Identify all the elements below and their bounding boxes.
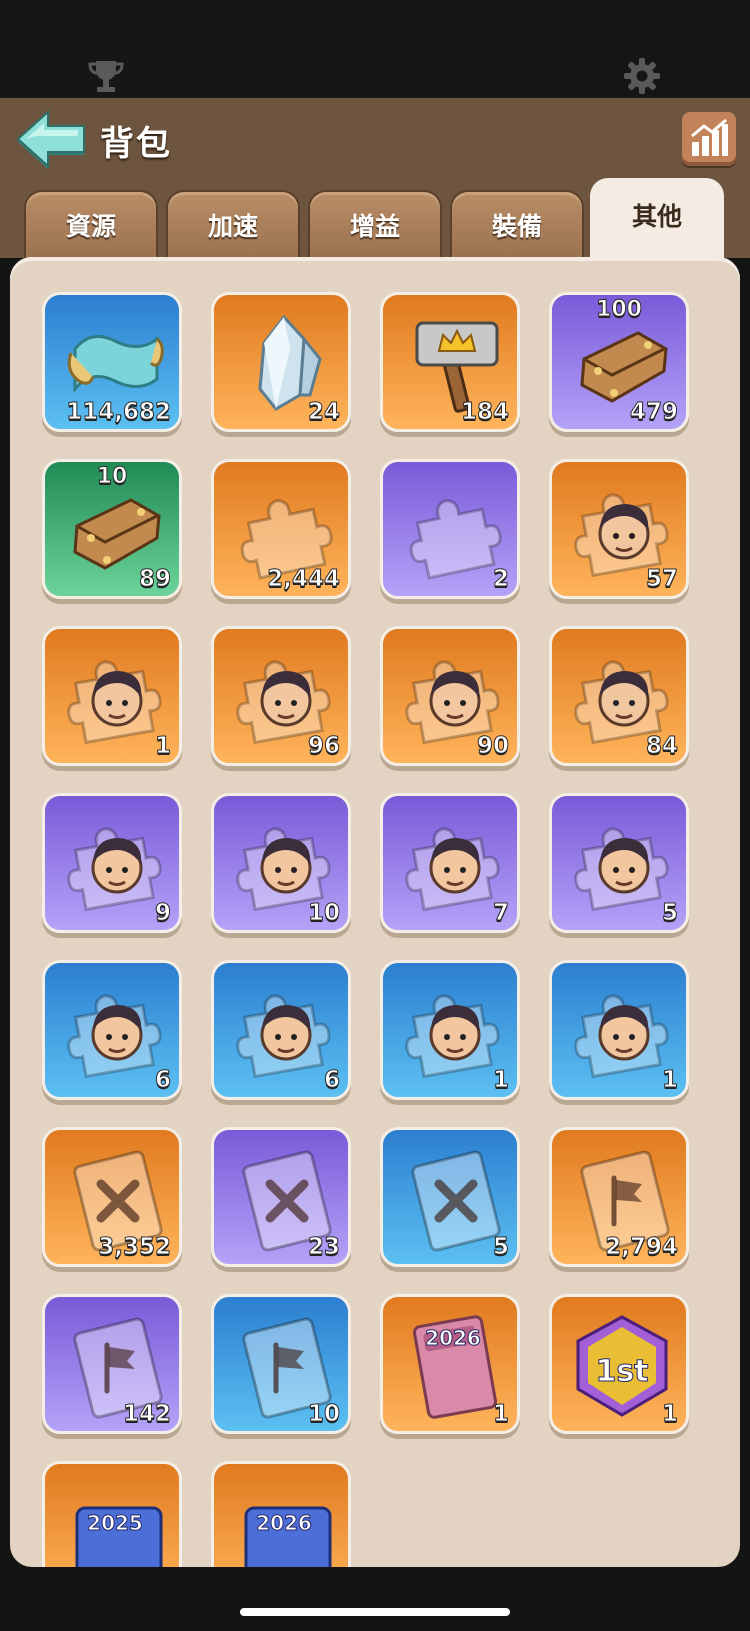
scroll-item[interactable]: 114,682 <box>42 292 182 432</box>
item-count: 3,352 <box>98 1234 172 1261</box>
hero-fragment-item[interactable]: 84 <box>549 626 689 766</box>
hero-fragment-item[interactable]: 5 <box>549 793 689 933</box>
item-label: 2026 <box>256 1511 312 1535</box>
wood-plank-item[interactable]: 100 479 <box>549 292 689 432</box>
hero-fragment-item[interactable]: 57 <box>549 459 689 599</box>
flag-book-item[interactable]: 10 <box>211 1294 351 1434</box>
hero-portrait-icon <box>574 994 669 1079</box>
item-count: 6 <box>323 1067 340 1094</box>
item-count: 9 <box>154 900 171 927</box>
item-count: 142 <box>122 1401 171 1428</box>
item-count: 57 <box>645 566 678 593</box>
bottom-bar <box>0 1567 750 1631</box>
item-count: 7 <box>492 900 509 927</box>
item-count: 114,682 <box>66 399 172 426</box>
bar-chart-icon <box>691 118 728 156</box>
year-2026-item[interactable]: 2026 <box>211 1461 351 1567</box>
home-indicator[interactable] <box>240 1608 510 1616</box>
year-badge-icon: 2026 <box>244 1506 332 1567</box>
item-count: 6 <box>154 1067 171 1094</box>
hero-portrait-icon <box>67 994 162 1079</box>
skill-book-item[interactable]: 3,352 <box>42 1127 182 1267</box>
item-count: 2,794 <box>605 1234 679 1261</box>
hero-portrait-icon <box>67 827 162 912</box>
item-label: 1st <box>595 1354 648 1389</box>
item-count: 10 <box>307 1401 340 1428</box>
hero-fragment-item[interactable]: 1 <box>42 626 182 766</box>
skill-book-item[interactable]: 5 <box>380 1127 520 1267</box>
hero-fragment-item[interactable]: 9 <box>42 793 182 933</box>
status-bar <box>0 0 750 98</box>
item-tier-tag: 100 <box>596 297 643 323</box>
first-place-badge-item[interactable]: 1st 1 <box>549 1294 689 1434</box>
item-count: 479 <box>629 399 678 426</box>
hero-portrait-icon <box>574 827 669 912</box>
tab-resources[interactable]: 資源 <box>24 190 158 260</box>
hero-portrait-icon <box>67 660 162 745</box>
hero-fragment-item[interactable]: 10 <box>211 793 351 933</box>
item-count: 24 <box>307 399 340 426</box>
item-count: 2 <box>492 566 509 593</box>
tab-other[interactable]: 其他 <box>590 178 724 260</box>
item-count: 90 <box>476 733 509 760</box>
hero-portrait-icon <box>236 994 331 1079</box>
item-count: 1 <box>661 1067 678 1094</box>
hero-fragment-item[interactable]: 96 <box>211 626 351 766</box>
tab-equipment[interactable]: 裝備 <box>450 190 584 260</box>
item-count: 5 <box>492 1234 509 1261</box>
flag-book-item[interactable]: 2,794 <box>549 1127 689 1267</box>
item-count: 184 <box>460 399 509 426</box>
year-2025-item[interactable]: 2025 <box>42 1461 182 1567</box>
item-count: 96 <box>307 733 340 760</box>
hero-fragment-item[interactable]: 6 <box>211 960 351 1100</box>
puzzle-icon <box>409 499 502 580</box>
page-title: 背包 <box>100 124 172 164</box>
item-count: 1 <box>154 733 171 760</box>
inventory-panel: 114,682 24 184 100 479 10 89 2,444 2 57 1 96 90 84 9 10… <box>10 257 740 1567</box>
item-count: 1 <box>492 1067 509 1094</box>
year-badge-icon: 2025 <box>75 1506 163 1567</box>
hero-portrait-icon <box>405 827 500 912</box>
sword-book-icon <box>411 1150 501 1252</box>
hero-fragment-item[interactable]: 1 <box>549 960 689 1100</box>
skill-book-item[interactable]: 23 <box>211 1127 351 1267</box>
journal-icon: 2026 <box>412 1315 498 1419</box>
hero-portrait-icon <box>405 994 500 1079</box>
item-count: 89 <box>138 566 171 593</box>
crown-hammer-item[interactable]: 184 <box>380 292 520 432</box>
tab-speedups[interactable]: 加速 <box>166 190 300 260</box>
hero-fragment-item[interactable]: 7 <box>380 793 520 933</box>
crystal-item[interactable]: 24 <box>211 292 351 432</box>
flag-book-item[interactable]: 142 <box>42 1294 182 1434</box>
item-count: 23 <box>307 1234 340 1261</box>
back-arrow-icon[interactable] <box>14 108 88 170</box>
hero-fragment-item[interactable]: 1 <box>380 960 520 1100</box>
item-count: 1 <box>492 1401 509 1428</box>
tab-boosts[interactable]: 增益 <box>308 190 442 260</box>
first-badge-icon: 1st <box>576 1315 668 1417</box>
item-label: 2026 <box>425 1326 481 1350</box>
puzzle-piece-item[interactable]: 2 <box>380 459 520 599</box>
item-label: 2025 <box>87 1511 143 1535</box>
hero-fragment-item[interactable]: 6 <box>42 960 182 1100</box>
journal-2026-item[interactable]: 2026 1 <box>380 1294 520 1434</box>
gear-icon[interactable] <box>622 56 662 96</box>
item-count: 84 <box>645 733 678 760</box>
item-tier-tag: 10 <box>96 464 128 490</box>
hero-fragment-item[interactable]: 90 <box>380 626 520 766</box>
item-count: 5 <box>661 900 678 927</box>
item-count: 2,444 <box>267 566 341 593</box>
puzzle-piece-item[interactable]: 2,444 <box>211 459 351 599</box>
item-count: 1 <box>661 1401 678 1428</box>
stats-button[interactable] <box>682 112 736 166</box>
item-count: 10 <box>307 900 340 927</box>
wood-plank-item[interactable]: 10 89 <box>42 459 182 599</box>
trophy-icon[interactable] <box>86 56 126 96</box>
